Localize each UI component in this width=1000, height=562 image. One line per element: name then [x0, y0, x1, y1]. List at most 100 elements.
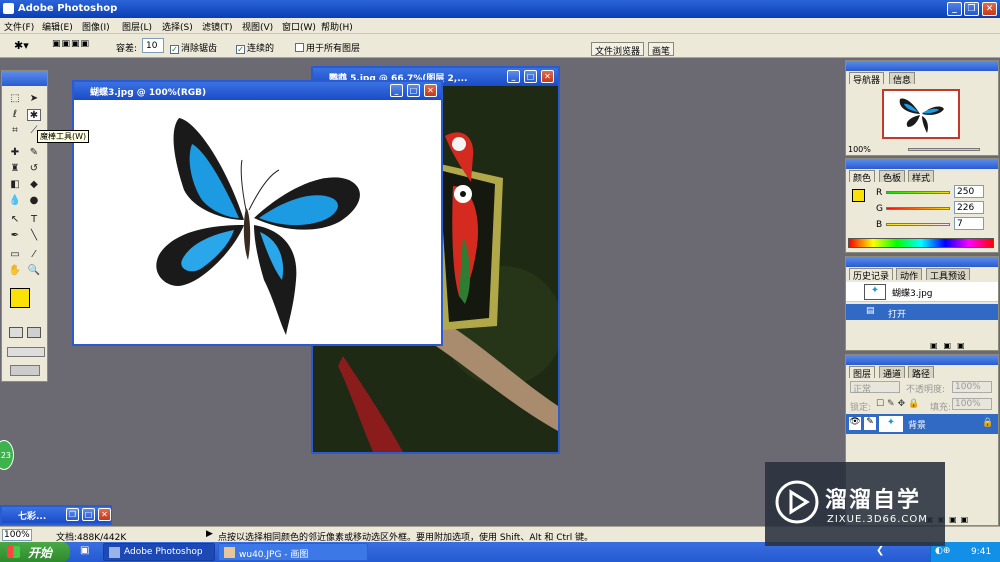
color-panel-header[interactable] — [846, 159, 998, 169]
butterfly-maximize-button[interactable]: □ — [407, 84, 420, 97]
layer-visibility-eye-icon[interactable]: 👁 — [849, 417, 861, 430]
menu-layer[interactable]: 图层(L) — [122, 20, 152, 33]
tab-history[interactable]: 历史记录 — [849, 268, 894, 282]
minimized-close-button[interactable]: ✕ — [98, 508, 111, 521]
dodge-tool-icon[interactable]: ● — [27, 195, 41, 207]
color-panel-fg-swatch[interactable] — [852, 189, 865, 202]
zoom-tool-icon[interactable]: 🔍 — [27, 265, 41, 277]
selection-mode-icons[interactable]: ▣▣▣▣ — [52, 39, 90, 49]
taskbar-arrow-icon[interactable]: ❮ — [876, 545, 884, 556]
opacity-value[interactable]: 100% — [952, 381, 992, 393]
menu-edit[interactable]: 编辑(E) — [42, 20, 73, 33]
navigator-zoom-slider[interactable] — [908, 148, 980, 151]
parrot-minimize-button[interactable]: _ — [507, 70, 520, 83]
status-zoom[interactable]: 100% — [2, 529, 32, 541]
pen-tool-icon[interactable]: ✒ — [8, 230, 22, 242]
eyedropper-tool-icon[interactable]: ⁄ — [27, 249, 41, 261]
contiguous-checkbox[interactable]: ✓ 连续的 — [236, 41, 274, 54]
path-select-icon[interactable]: ↖ — [8, 214, 22, 226]
parrot-close-button[interactable]: ✕ — [541, 70, 554, 83]
menu-select[interactable]: 选择(S) — [162, 20, 193, 33]
all-layers-checkbox[interactable]: 用于所有图层 — [295, 41, 360, 54]
quickmask-mode-icon[interactable] — [27, 327, 41, 338]
history-panel-header[interactable] — [846, 257, 998, 267]
stamp-tool-icon[interactable]: ♜ — [8, 163, 22, 175]
butterfly-minimize-button[interactable]: _ — [390, 84, 403, 97]
blue-value[interactable]: 7 — [954, 217, 984, 230]
tray-time[interactable]: 9:41 — [971, 547, 991, 557]
tab-styles[interactable]: 样式 — [908, 170, 935, 184]
paint-bucket-icon[interactable]: ◆ — [27, 179, 41, 191]
menu-help[interactable]: 帮助(H) — [321, 20, 353, 33]
blue-slider[interactable] — [886, 223, 950, 226]
foreground-color-swatch[interactable] — [10, 288, 30, 308]
parrot-maximize-button[interactable]: □ — [524, 70, 537, 83]
lock-icons[interactable]: ☐✎✥🔒 — [876, 399, 922, 409]
navigator-panel-header[interactable] — [846, 61, 998, 71]
close-button[interactable]: ✕ — [982, 2, 997, 16]
tab-color[interactable]: 颜色 — [849, 170, 876, 184]
blur-tool-icon[interactable]: 💧 — [8, 195, 22, 207]
blend-mode-select[interactable]: 正常 — [850, 381, 900, 395]
butterfly-canvas[interactable] — [74, 100, 441, 344]
menu-file[interactable]: 文件(F) — [4, 20, 34, 33]
tab-swatches[interactable]: 色板 — [879, 170, 906, 184]
menu-view[interactable]: 视图(V) — [242, 20, 273, 33]
lasso-tool-icon[interactable]: ℓ — [8, 109, 22, 121]
menu-image[interactable]: 图像(I) — [82, 20, 110, 33]
navigator-zoom-value[interactable]: 100% — [848, 145, 871, 154]
history-footer-icons[interactable]: ▣▣▣ — [930, 341, 971, 350]
tab-paths[interactable]: 路径 — [908, 366, 935, 380]
type-tool-icon[interactable]: T — [27, 214, 41, 226]
taskbar-item-paint[interactable]: wu40.JPG - 画图 — [218, 543, 368, 561]
healing-brush-icon[interactable]: ✚ — [8, 147, 22, 159]
tolerance-input[interactable]: 10 — [142, 38, 164, 53]
tab-actions[interactable]: 动作 — [896, 268, 923, 282]
tab-layers[interactable]: 图层 — [849, 366, 876, 380]
tab-tool-presets[interactable]: 工具预设 — [926, 268, 971, 282]
minimized-restore-button[interactable]: ❐ — [66, 508, 79, 521]
minimized-maximize-button[interactable]: □ — [82, 508, 95, 521]
fill-value[interactable]: 100% — [952, 398, 992, 410]
menu-window[interactable]: 窗口(W) — [282, 20, 316, 33]
status-arrow-icon[interactable]: ▶ — [206, 529, 213, 539]
color-spectrum-bar[interactable] — [848, 238, 994, 248]
tab-info[interactable]: 信息 — [889, 72, 916, 86]
butterfly-doc-title-bar[interactable]: 蝴蝶3.jpg @ 100%(RGB) _ □ ✕ — [74, 82, 441, 100]
start-button[interactable]: 开始 — [0, 542, 70, 562]
magic-wand-tool-icon[interactable]: ✱ — [27, 109, 41, 121]
history-snapshot-row[interactable]: ✦ 蝴蝶3.jpg — [846, 282, 998, 302]
butterfly-close-button[interactable]: ✕ — [424, 84, 437, 97]
tab-brushes[interactable]: 画笔 — [648, 42, 675, 57]
antialias-checkbox[interactable]: ✓ 消除锯齿 — [170, 41, 217, 54]
layers-panel-header[interactable] — [846, 355, 998, 365]
red-slider[interactable] — [886, 191, 950, 194]
notes-tool-icon[interactable]: ▭ — [8, 249, 22, 261]
magic-wand-preset-icon[interactable]: ✱▾ — [14, 39, 29, 52]
green-slider[interactable] — [886, 207, 950, 210]
line-tool-icon[interactable]: ╲ — [27, 230, 41, 242]
floating-badge[interactable]: 23 — [0, 440, 14, 470]
standard-mode-icon[interactable] — [9, 327, 23, 338]
tab-file-browser[interactable]: 文件浏览器 — [591, 42, 645, 57]
menu-filter[interactable]: 滤镜(T) — [202, 20, 233, 33]
document-window-butterfly[interactable]: 蝴蝶3.jpg @ 100%(RGB) _ □ ✕ — [72, 80, 443, 346]
tab-channels[interactable]: 通道 — [879, 366, 906, 380]
crop-tool-icon[interactable]: ⌗ — [8, 125, 22, 137]
quicklaunch-desktop-icon[interactable]: ▣ — [80, 545, 89, 556]
layer-row-background[interactable]: 👁 ✎ ✦ 背景 🔒 — [846, 414, 998, 434]
tray-icons[interactable]: ◐⊕ — [935, 546, 950, 556]
red-value[interactable]: 250 — [954, 185, 984, 198]
green-value[interactable]: 226 — [954, 201, 984, 214]
history-brush-icon[interactable]: ↺ — [27, 163, 41, 175]
history-step-row[interactable]: ▤ 打开 — [846, 304, 998, 320]
toolbox-header[interactable] — [2, 71, 47, 86]
minimized-doc-title-bar[interactable]: 七彩... ❐ □ ✕ — [2, 507, 111, 523]
navigator-thumbnail[interactable] — [882, 89, 960, 139]
jump-to-imageready-icon[interactable] — [10, 365, 40, 376]
taskbar-item-photoshop[interactable]: Adobe Photoshop — [103, 543, 215, 561]
brush-tool-icon[interactable]: ✎ — [27, 147, 41, 159]
maximize-button[interactable]: ❐ — [964, 2, 979, 16]
marquee-tool-icon[interactable]: ⬚ — [8, 93, 22, 105]
minimize-button[interactable]: _ — [947, 2, 962, 16]
